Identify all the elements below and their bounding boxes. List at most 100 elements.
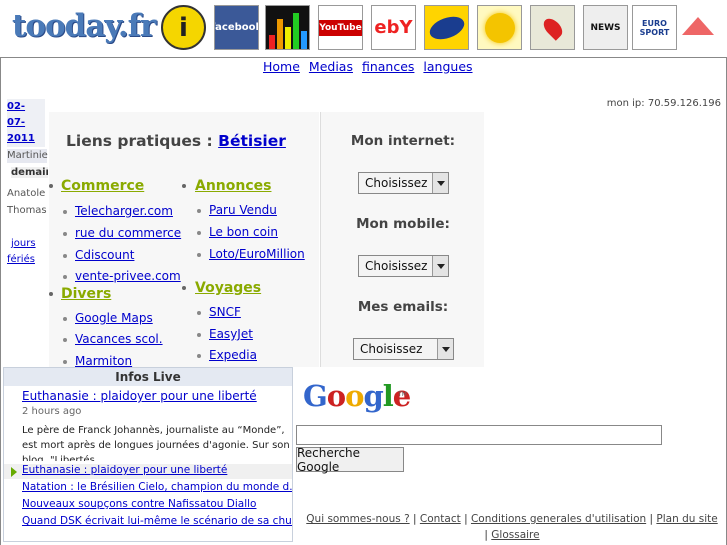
la-poste-icon[interactable] bbox=[424, 5, 469, 50]
category-commerce[interactable]: Commerce bbox=[61, 178, 144, 194]
date-link[interactable]: 02- 07- 2011 bbox=[7, 99, 45, 147]
footer: Qui sommes-nous ? | Contact | Conditions… bbox=[300, 511, 724, 543]
nav-langues[interactable]: langues bbox=[423, 59, 472, 74]
my-services-panel: Mon internet: Choisissez Mon mobile: Cho… bbox=[320, 112, 484, 367]
headline-summary: Le père de Franck Johannès, journaliste … bbox=[22, 425, 290, 461]
link-vacances-scol[interactable]: Vacances scol. bbox=[63, 332, 163, 346]
saint-name: Thomas bbox=[7, 205, 47, 216]
infos-live-widget: Infos Live Euthanasie : plaidoyer pour u… bbox=[3, 367, 293, 542]
saint-name: Anatole bbox=[7, 188, 46, 199]
facebook-icon[interactable]: facebook bbox=[214, 5, 259, 50]
bullet-icon bbox=[182, 184, 186, 188]
nav-finances[interactable]: finances bbox=[362, 59, 414, 74]
google-letter: G bbox=[303, 379, 328, 413]
footer-sitemap-link[interactable]: Plan du site bbox=[656, 513, 717, 525]
internet-label: Mon internet: bbox=[350, 133, 456, 149]
eurosport-icon[interactable]: EURO SPORT bbox=[632, 5, 677, 50]
footer-about-link[interactable]: Qui sommes-nous ? bbox=[306, 513, 409, 525]
google-letter: g bbox=[363, 379, 383, 413]
chevron-down-icon bbox=[437, 339, 453, 359]
google-letter: l bbox=[382, 379, 394, 413]
trademark-mark: TM bbox=[398, 391, 407, 398]
link-telecharger[interactable]: Telecharger.com bbox=[63, 204, 173, 218]
footer-glossary-link[interactable]: Glossaire bbox=[491, 529, 539, 541]
category-annonces[interactable]: Annonces bbox=[195, 178, 271, 194]
link-rue-du-commerce[interactable]: rue du commerce bbox=[62, 226, 181, 240]
google-logo: Google bbox=[303, 379, 411, 413]
footer-contact-link[interactable]: Contact bbox=[420, 513, 461, 525]
mobile-select[interactable]: Choisissez bbox=[358, 255, 449, 277]
tomorrow-label: demain bbox=[11, 167, 48, 178]
mobile-label: Mon mobile: bbox=[356, 216, 450, 232]
link-loto[interactable]: Loto/EuroMillion bbox=[197, 247, 305, 261]
footer-separator: | bbox=[484, 529, 488, 541]
links-panel: Liens pratiques : Bétisier Commerce Tele… bbox=[49, 112, 319, 367]
news-item[interactable]: Quand DSK écrivait lui-même le scénario … bbox=[22, 515, 292, 527]
weather-sun-icon[interactable] bbox=[477, 5, 522, 50]
map-pin-icon[interactable] bbox=[530, 5, 575, 50]
select-value: Choisissez bbox=[360, 342, 423, 356]
nav-medias[interactable]: Medias bbox=[309, 59, 353, 74]
nav-home[interactable]: Home bbox=[263, 59, 300, 74]
ip-address: mon ip: 70.59.126.196 bbox=[606, 98, 721, 109]
internet-select[interactable]: Choisissez bbox=[358, 172, 449, 194]
news-item[interactable]: Natation : le Brésilien Cielo, champion … bbox=[22, 481, 292, 493]
google-letter: o bbox=[345, 379, 364, 413]
page: tooday.fr i facebook YouTube ebY NEWS EU… bbox=[0, 0, 727, 545]
link-cdiscount[interactable]: Cdiscount bbox=[62, 248, 134, 262]
chevron-down-icon bbox=[432, 256, 448, 276]
footer-separator: | bbox=[464, 513, 468, 525]
bullet-icon bbox=[49, 184, 53, 188]
saints-tomorrow: Anatole Thomas bbox=[7, 185, 47, 219]
footer-separator: | bbox=[649, 513, 654, 525]
headline-link[interactable]: Euthanasie : plaidoyer pour une liberté bbox=[22, 389, 257, 403]
link-paru-vendu[interactable]: Paru Vendu bbox=[197, 203, 277, 217]
footer-separator: | bbox=[412, 513, 417, 525]
bullet-icon bbox=[182, 286, 186, 290]
home-icon[interactable] bbox=[681, 9, 715, 43]
holidays-line[interactable]: jours bbox=[11, 238, 36, 249]
date-line[interactable]: 02- bbox=[7, 101, 25, 112]
saint-today: Martinien bbox=[7, 149, 48, 163]
google-search-button[interactable]: Recherche Google bbox=[296, 446, 404, 474]
info-icon[interactable]: i bbox=[161, 5, 206, 50]
link-marmiton[interactable]: Marmiton bbox=[62, 354, 132, 367]
calendar-column: 02- 07- 2011 Martinien demain Anatole Th… bbox=[5, 97, 48, 367]
google-search-input[interactable] bbox=[296, 425, 662, 445]
top-banner: tooday.fr i facebook YouTube ebY NEWS EU… bbox=[0, 0, 727, 58]
select-value: Choisissez bbox=[365, 176, 428, 190]
main-nav: Home Medias finances langues bbox=[263, 59, 478, 74]
betisier-link[interactable]: Bétisier bbox=[218, 132, 286, 150]
youtube-icon[interactable]: YouTube bbox=[318, 5, 363, 50]
category-divers[interactable]: Divers bbox=[61, 286, 111, 302]
infos-live-header: Infos Live bbox=[4, 368, 292, 386]
ebay-icon[interactable]: ebY bbox=[371, 5, 416, 50]
site-logo[interactable]: tooday.fr bbox=[12, 8, 156, 44]
footer-terms-link[interactable]: Conditions generales d'utilisation bbox=[471, 513, 646, 525]
link-google-maps[interactable]: Google Maps bbox=[63, 311, 153, 325]
news-item[interactable]: Nouveaux soupçons contre Nafissatou Dial… bbox=[22, 498, 256, 510]
play-arrow-icon bbox=[11, 467, 17, 477]
bullet-icon bbox=[49, 292, 53, 296]
music-equalizer-icon[interactable] bbox=[265, 5, 310, 50]
emails-select[interactable]: Choisissez bbox=[353, 338, 454, 360]
emails-label: Mes emails: bbox=[357, 299, 449, 315]
news-icon[interactable]: NEWS bbox=[583, 5, 628, 50]
link-sncf[interactable]: SNCF bbox=[197, 305, 241, 319]
links-title: Liens pratiques : Bétisier bbox=[66, 132, 286, 150]
link-le-bon-coin[interactable]: Le bon coin bbox=[197, 225, 278, 239]
link-expedia[interactable]: Expedia bbox=[197, 348, 257, 362]
link-vente-privee[interactable]: vente-privee.com bbox=[63, 269, 181, 283]
links-title-text: Liens pratiques : bbox=[66, 132, 213, 150]
holidays-link[interactable]: jours fériés bbox=[7, 236, 36, 268]
google-letter: o bbox=[326, 379, 346, 413]
category-voyages[interactable]: Voyages bbox=[195, 280, 261, 296]
news-item[interactable]: Euthanasie : plaidoyer pour une liberté bbox=[22, 464, 227, 476]
chevron-down-icon bbox=[432, 173, 448, 193]
link-easyjet[interactable]: EasyJet bbox=[197, 327, 253, 341]
select-value: Choisissez bbox=[365, 259, 428, 273]
holidays-line[interactable]: fériés bbox=[7, 254, 35, 265]
date-line[interactable]: 07- bbox=[7, 117, 25, 128]
date-line[interactable]: 2011 bbox=[7, 133, 35, 144]
headline-time: 2 hours ago bbox=[22, 406, 82, 417]
